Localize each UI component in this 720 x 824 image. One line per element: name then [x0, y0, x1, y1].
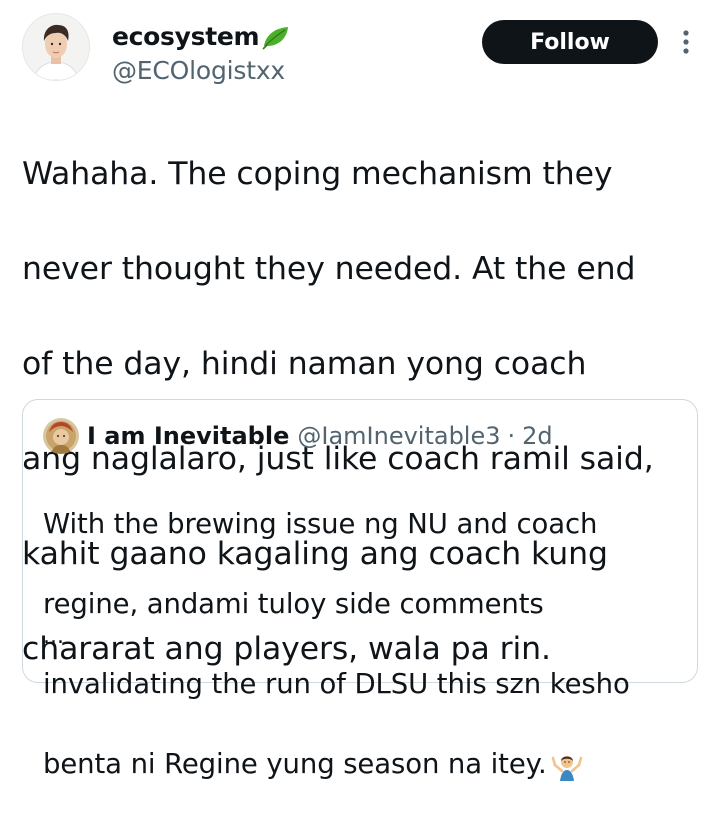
quoted-author-name[interactable]: I am Inevitable	[87, 422, 289, 450]
quoted-tweet-body: With the brewing issue ng NU and coach r…	[43, 464, 683, 824]
follow-button[interactable]: Follow	[482, 20, 658, 64]
author-avatar[interactable]	[22, 13, 90, 81]
tweet-line: never thought they needed. At the end	[22, 250, 636, 287]
quoted-line: invalidating the run of DLSU this szn ke…	[43, 668, 630, 700]
quoted-timestamp[interactable]: 2d	[522, 422, 553, 450]
quoted-line: With the brewing issue ng NU and coach	[43, 508, 598, 540]
tweet-line: of the day, hindi naman yong coach	[22, 345, 587, 382]
quoted-ellipsis: ...	[43, 624, 64, 649]
person-shrugging-icon	[551, 756, 582, 781]
more-vertical-icon	[683, 30, 689, 54]
quoted-author-handle[interactable]: @IamInevitable3	[297, 422, 500, 450]
tweet-header: ecosystem @ECOlogistxx Follow	[22, 12, 712, 88]
author-display-name[interactable]: ecosystem	[112, 22, 260, 51]
author-handle[interactable]: @ECOlogistxx	[112, 56, 285, 85]
quoted-line: benta ni Regine yung season na itey.	[43, 748, 547, 780]
tweet-line: Wahaha. The coping mechanism they	[22, 155, 613, 192]
quoted-line: regine, andami tuloy side comments	[43, 588, 544, 620]
quoted-tweet-header: I am Inevitable @IamInevitable3 · 2d	[43, 418, 553, 454]
quoted-line-last: benta ni Regine yung season na itey.	[43, 744, 683, 784]
author-name-row[interactable]: ecosystem	[112, 22, 291, 51]
quoted-tweet-card[interactable]: I am Inevitable @IamInevitable3 · 2d Wit…	[22, 399, 698, 781]
quoted-author-avatar[interactable]	[43, 418, 79, 454]
quoted-avatar-image	[43, 418, 79, 454]
quoted-separator: ·	[507, 422, 516, 450]
leaf-icon	[262, 26, 289, 50]
author-avatar-image	[23, 14, 89, 80]
more-options-button[interactable]	[672, 26, 700, 58]
